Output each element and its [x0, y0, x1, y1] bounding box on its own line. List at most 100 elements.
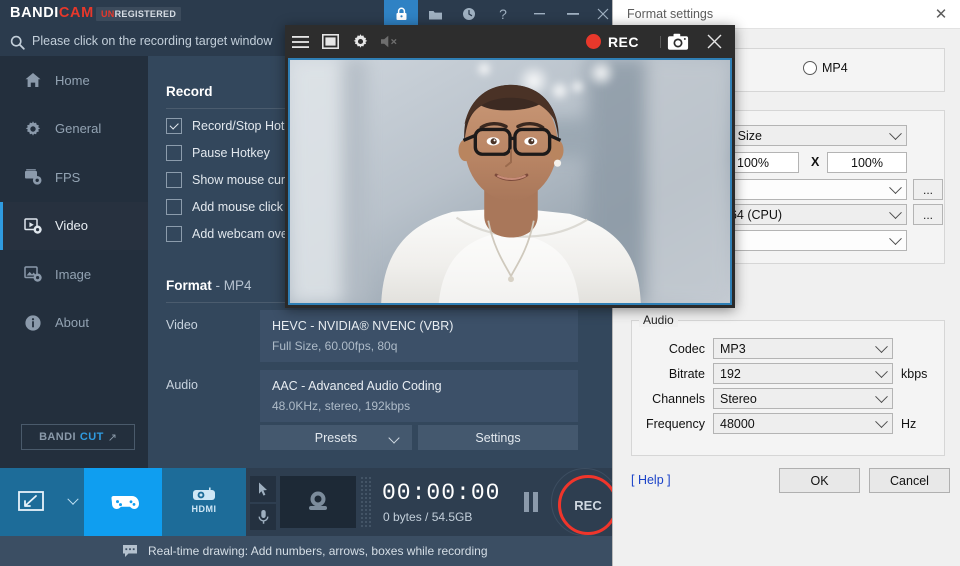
video-format-box[interactable]: HEVC - NVIDIA® NVENC (VBR) Full Size, 60… [260, 310, 578, 362]
pause-button[interactable] [524, 492, 538, 512]
lock-icon[interactable] [384, 0, 418, 28]
screen-rectangle-mode-button[interactable] [0, 468, 62, 536]
checkbox-show-mouse-cursor[interactable]: Show mouse cursor [166, 172, 302, 188]
cancel-label: Cancel [890, 474, 929, 488]
help-icon[interactable]: ? [486, 0, 520, 28]
checkbox-box[interactable] [166, 145, 182, 161]
sidebar-item-home[interactable]: Home [0, 56, 148, 105]
codec-options-button[interactable]: ... [913, 204, 943, 225]
checkbox-box[interactable] [166, 226, 182, 242]
sidebar: Home General FPS Video Image [0, 56, 148, 468]
speaker-muted-icon[interactable] [375, 25, 405, 58]
quality-dropdown[interactable] [707, 230, 907, 251]
sidebar-item-video[interactable]: Video [0, 202, 148, 251]
rec-label: REC [574, 498, 601, 513]
radio-dot [803, 61, 817, 75]
size-dropdown[interactable]: Full Size [707, 125, 907, 146]
sidebar-item-about[interactable]: About [0, 299, 148, 348]
chevron-down-icon [875, 340, 888, 353]
audio-frequency-dropdown[interactable]: 48000 [713, 413, 893, 434]
audio-codec-value: MP3 [720, 342, 746, 356]
sidebar-item-image[interactable]: Image [0, 250, 148, 299]
chevron-down-icon [875, 365, 888, 378]
checkbox-pause-hotkey[interactable]: Pause Hotkey [166, 145, 270, 161]
chevron-down-icon [388, 432, 399, 443]
close-icon[interactable] [586, 0, 612, 28]
sidebar-item-label: General [55, 121, 101, 136]
codec-dropdown[interactable]: H264 (CPU) [707, 204, 907, 225]
mode-dropdown-caret[interactable] [62, 468, 84, 536]
image-icon [22, 263, 44, 285]
microphone-toggle-button[interactable] [250, 504, 276, 530]
audio-format-box[interactable]: AAC - Advanced Audio Coding 48.0KHz, ste… [260, 370, 578, 422]
sidebar-item-label: Video [55, 218, 88, 233]
sidebar-item-fps[interactable]: FPS [0, 153, 148, 202]
audio-bitrate-dropdown[interactable]: 192 [713, 363, 893, 384]
webcam-overlay-window: REC [285, 25, 735, 308]
webcam-scene [290, 60, 730, 303]
radio-mp4[interactable]: MP4 [803, 61, 848, 75]
help-link[interactable]: [ Help ] [631, 473, 671, 487]
minimize-icon[interactable] [522, 0, 556, 28]
hamburger-menu-icon[interactable] [285, 25, 315, 58]
width-percent-value: 100% [737, 156, 769, 170]
height-percent-input[interactable]: 100% [827, 152, 907, 173]
window-frame-icon[interactable] [315, 25, 345, 58]
checkbox-box[interactable] [166, 172, 182, 188]
unregistered-badge: UNREGISTERED [96, 7, 181, 21]
presets-button[interactable]: Presets [260, 425, 412, 450]
maximize-icon[interactable] [556, 0, 590, 28]
sidebar-item-label: Home [55, 73, 90, 88]
gear-icon[interactable] [345, 25, 375, 58]
recording-timer: 00:00:00 [382, 480, 500, 506]
info-icon [22, 312, 44, 334]
status-text: Real-time drawing: Add numbers, arrows, … [148, 544, 488, 558]
cancel-button[interactable]: Cancel [869, 468, 950, 493]
toolbar-separator [660, 36, 661, 48]
device-hdmi-mode-button[interactable]: HDMI [162, 468, 246, 536]
dialog-close-icon[interactable]: ✕ [921, 0, 960, 28]
target-window-text: Please click on the recording target win… [32, 34, 272, 48]
clock-icon[interactable] [452, 0, 486, 28]
format-section-title: Format - MP4 [166, 278, 252, 293]
chevron-down-icon [889, 206, 902, 219]
fps-dropdown[interactable] [707, 179, 907, 200]
audio-bitrate-value: 192 [720, 367, 741, 381]
sidebar-item-label: Image [55, 267, 91, 282]
logo-cam: CAM [59, 5, 94, 21]
audio-codec-dropdown[interactable]: MP3 [713, 338, 893, 359]
recording-controls-area: 00:00:00 0 bytes / 54.5GB REC [246, 468, 612, 536]
grid-texture [360, 476, 372, 528]
format-title-suffix: - MP4 [216, 278, 252, 293]
sidebar-item-label: FPS [55, 170, 80, 185]
cursor-toggle-button[interactable] [250, 476, 276, 502]
checkbox-box[interactable] [166, 118, 182, 134]
presets-label: Presets [315, 431, 357, 445]
webcam-video-preview[interactable] [288, 58, 732, 305]
height-percent-value: 100% [851, 156, 883, 170]
checkbox-record-stop-hotkey[interactable]: Record/Stop Hotkey [166, 118, 304, 134]
chevron-down-icon [67, 494, 78, 505]
folder-icon[interactable] [418, 0, 452, 28]
sidebar-item-label: About [55, 315, 89, 330]
badge-un: UN [101, 9, 115, 19]
svg-text:HDMI: HDMI [192, 504, 217, 514]
rec-button[interactable]: REC [558, 475, 612, 535]
search-icon [10, 35, 25, 55]
camera-icon[interactable] [663, 25, 693, 58]
close-icon[interactable] [699, 25, 729, 58]
game-recording-mode-button[interactable] [84, 468, 162, 536]
fps-options-button[interactable]: ... [913, 179, 943, 200]
audio-channels-dropdown[interactable]: Stereo [713, 388, 893, 409]
recording-size-info: 0 bytes / 54.5GB [383, 510, 472, 524]
sidebar-item-general[interactable]: General [0, 105, 148, 154]
settings-button[interactable]: Settings [418, 425, 578, 450]
checkbox-box[interactable] [166, 199, 182, 215]
webcam-rec-button[interactable]: REC [586, 25, 639, 58]
bandicut-button[interactable]: BANDICUT ↗ [21, 424, 135, 450]
bandicam-logo: BANDICAM [10, 5, 94, 21]
ok-button[interactable]: OK [779, 468, 860, 493]
audio-bitrate-label: Bitrate [627, 367, 705, 381]
webcam-preview-thumbnail[interactable] [280, 476, 356, 528]
video-format-label: Video [166, 318, 198, 332]
